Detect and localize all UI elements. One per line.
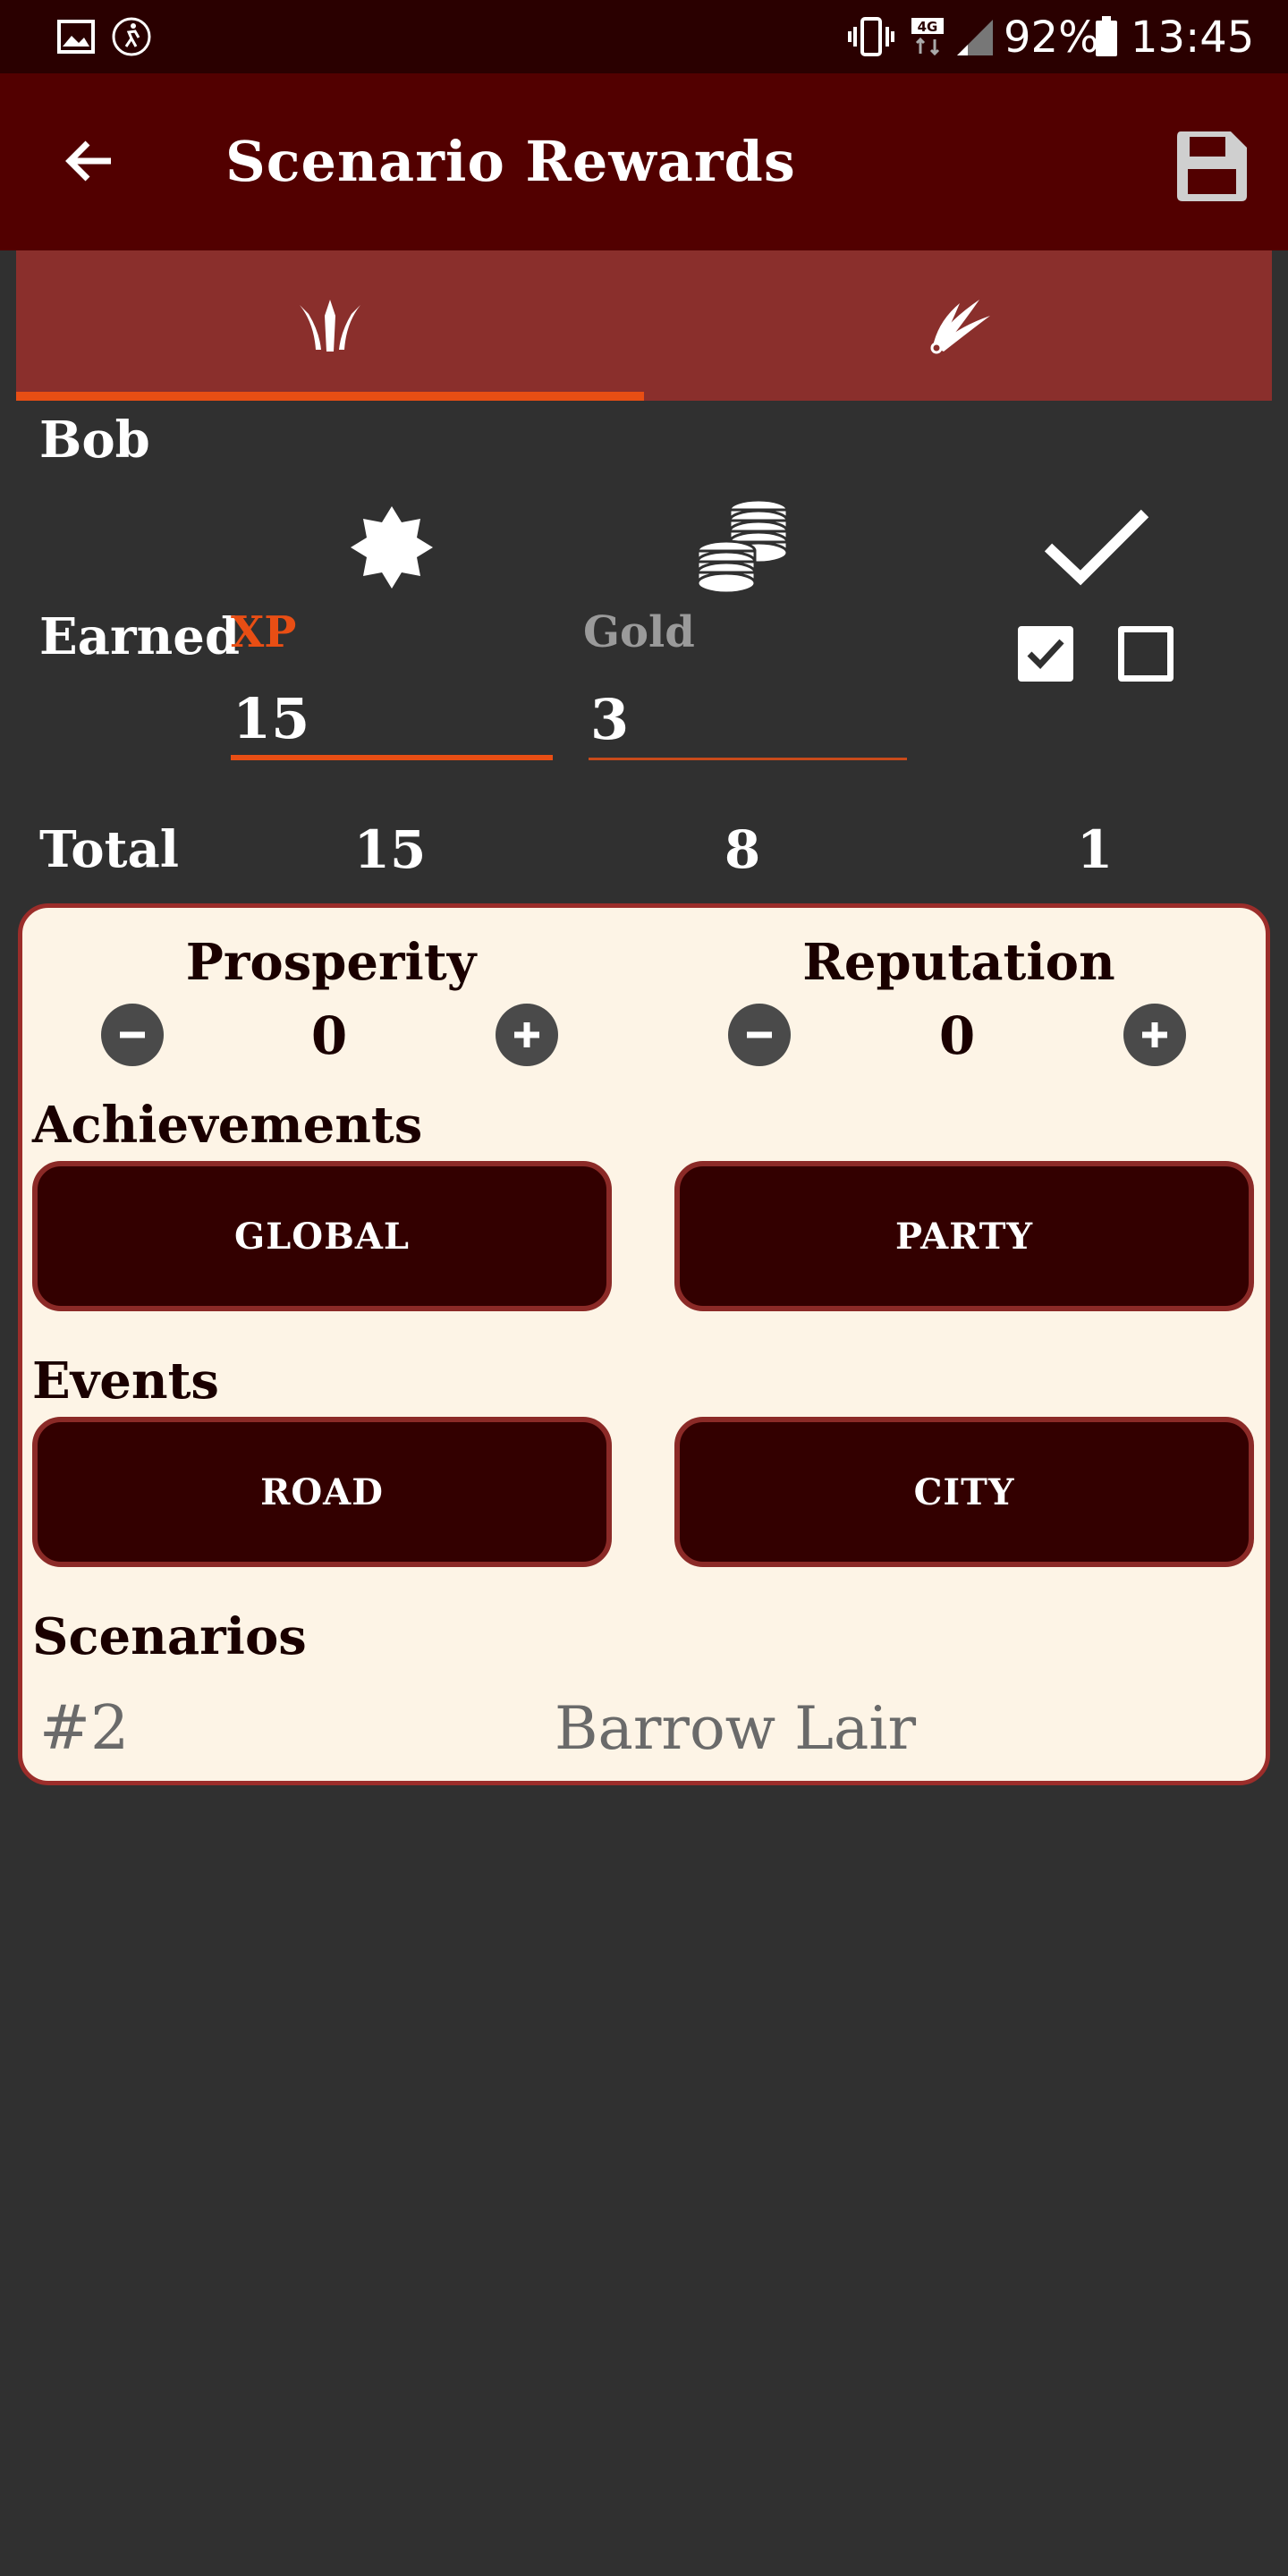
player-name: Bob xyxy=(39,411,150,470)
minus-icon xyxy=(120,1031,145,1038)
character-class-icon xyxy=(300,300,360,352)
back-button[interactable] xyxy=(45,116,134,206)
page-title: Scenario Rewards xyxy=(225,129,796,194)
battery-icon xyxy=(1093,16,1120,57)
global-achievements-button[interactable]: GLOBAL xyxy=(32,1161,612,1311)
coins-icon xyxy=(694,497,792,596)
prosperity-value: 0 xyxy=(310,1005,348,1066)
tab-character-2[interactable] xyxy=(644,250,1272,401)
plus-icon xyxy=(1142,1022,1167,1047)
scenarios-heading: Scenarios xyxy=(32,1607,307,1666)
scenario-number: #2 xyxy=(39,1693,130,1764)
character-class-alt-icon xyxy=(930,300,990,354)
reputation-decrease-button[interactable] xyxy=(728,1004,791,1066)
save-button[interactable] xyxy=(1163,123,1261,209)
road-button-label: ROAD xyxy=(260,1470,384,1513)
image-icon xyxy=(55,16,97,57)
clock: 13:45 xyxy=(1131,13,1255,63)
prosperity-increase-button[interactable] xyxy=(496,1004,558,1066)
checkbox-2-unchecked[interactable] xyxy=(1118,626,1174,682)
road-event-button[interactable]: ROAD xyxy=(32,1417,612,1567)
city-button-label: CITY xyxy=(913,1470,1015,1513)
xp-label: XP xyxy=(231,607,297,657)
prosperity-decrease-button[interactable] xyxy=(101,1004,164,1066)
network-4g-label: 4G xyxy=(918,19,938,35)
total-gold: 8 xyxy=(724,819,761,880)
network-4g-icon: 4G xyxy=(907,16,948,57)
floppy-disk-icon xyxy=(1177,131,1247,201)
party-button-label: PARTY xyxy=(894,1215,1034,1258)
reputation-value: 0 xyxy=(938,1005,976,1066)
xp-input[interactable] xyxy=(231,682,553,760)
plus-icon xyxy=(514,1022,539,1047)
gold-label: Gold xyxy=(583,607,695,657)
checkmark-small-icon xyxy=(1027,639,1064,670)
battery-percent: 92% xyxy=(1004,13,1099,63)
gold-input[interactable] xyxy=(589,682,907,760)
arrow-left-icon xyxy=(65,140,111,182)
events-heading: Events xyxy=(32,1352,219,1411)
checkbox-1-checked[interactable] xyxy=(1018,626,1073,682)
vibrate-icon xyxy=(846,16,896,57)
signal-icon xyxy=(952,16,996,57)
achievements-heading: Achievements xyxy=(32,1096,423,1155)
star-burst-icon xyxy=(347,503,436,592)
prosperity-label: Prosperity xyxy=(185,933,477,992)
party-achievements-button[interactable]: PARTY xyxy=(674,1161,1254,1311)
checkmark-icon xyxy=(1043,506,1150,587)
reputation-label: Reputation xyxy=(802,933,1115,992)
minus-icon xyxy=(747,1031,772,1038)
global-button-label: GLOBAL xyxy=(233,1215,411,1258)
earned-label: Earned xyxy=(39,607,240,666)
total-xp: 15 xyxy=(353,819,427,880)
activity-icon xyxy=(109,16,154,57)
tab-selected-indicator xyxy=(16,392,644,401)
reputation-increase-button[interactable] xyxy=(1123,1004,1186,1066)
tab-character-1[interactable] xyxy=(16,250,644,401)
scenario-name[interactable]: Barrow Lair xyxy=(555,1689,916,1769)
city-event-button[interactable]: CITY xyxy=(674,1417,1254,1567)
total-checks: 1 xyxy=(1076,819,1114,880)
total-label: Total xyxy=(39,820,180,879)
